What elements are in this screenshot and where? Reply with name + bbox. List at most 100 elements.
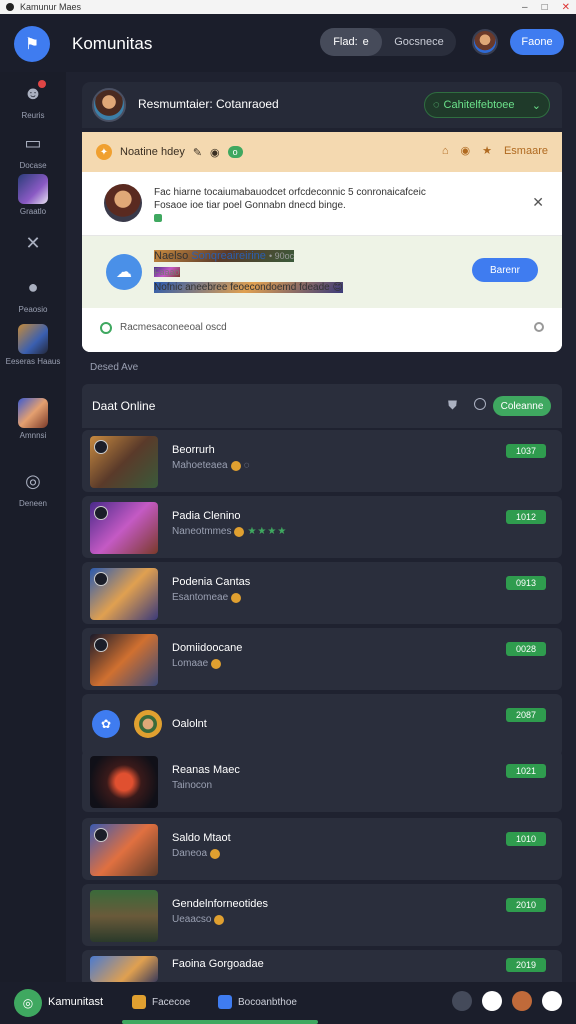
bottom-title: Kamunitast — [48, 996, 104, 1008]
game-name: Beorrurh — [172, 444, 215, 456]
settings-icon[interactable] — [534, 322, 544, 332]
search-icon: ◎ — [25, 470, 41, 491]
game-row[interactable]: Saldo Mtaot Daneoa 1010 — [82, 818, 562, 880]
game-row[interactable]: Domiidoocane Lomaae 0028 — [82, 628, 562, 690]
notification-option-label: Racmesaconeeoal oscd — [120, 322, 227, 333]
game-subtitle: Ueaacso — [172, 914, 225, 925]
check-icon[interactable] — [482, 991, 502, 1011]
notification-link[interactable]: Sonqreaireirine — [191, 250, 266, 262]
notification-item[interactable]: Fac hiarne tocaiumabauodcet orfcdeconnic… — [82, 172, 562, 236]
window-controls: – □ ✕ — [522, 0, 570, 14]
coin-icon — [234, 526, 245, 537]
minimize-icon[interactable]: – — [522, 2, 528, 13]
sidebar-item-reuris[interactable]: ☻ Reuris — [0, 78, 66, 120]
notification-title-line: Naelso Sonqreaireirine • 90oc — [154, 250, 295, 262]
view-switch-active-icon: e — [362, 36, 369, 48]
sidebar-item-amnnsi[interactable]: Amnnsi — [0, 398, 66, 440]
game-name: Saldo Mtaot — [172, 832, 231, 844]
game-row[interactable]: Beorrurh Mahoeteaea ◌ 1037 — [82, 430, 562, 492]
game-row[interactable]: Gendelnforneotides Ueaacso 2010 — [82, 884, 562, 946]
sidebar: ☻ Reuris ▭ Docase Graatlo ✕ ● Peaosio Ee… — [0, 72, 66, 982]
view-switcher: Flad: e Gocsnece — [320, 28, 456, 56]
user-icon: ● — [27, 276, 39, 297]
notification-header-right-label[interactable]: Esmaare — [504, 145, 548, 157]
app-title: Komunitas — [72, 34, 153, 53]
settings-icon[interactable] — [452, 991, 472, 1011]
coin-icon — [211, 658, 222, 669]
notification-message: Nofnic aneebree feoecondoemd fdeade 😊 — [154, 282, 343, 293]
notification-subtitle: Faaao — [154, 267, 180, 277]
power-icon[interactable] — [542, 991, 562, 1011]
clock-icon[interactable] — [474, 398, 486, 410]
radio-button[interactable] — [100, 322, 112, 334]
notification-item[interactable]: Racmesaconeeoal oscd — [82, 308, 562, 352]
notification-time: • 90oc — [268, 251, 295, 261]
online-panel-title: Daat Online — [92, 399, 156, 413]
close-icon[interactable]: ✕ — [562, 2, 570, 13]
game-icons: ✿ — [92, 710, 162, 738]
game-tag: 1012 — [506, 510, 546, 524]
shield-icon[interactable]: ⛊ — [448, 398, 457, 413]
game-row[interactable]: Padia Clenino Naneotmmes ★★★★ 1012 — [82, 496, 562, 558]
folder-icon — [132, 995, 146, 1009]
sidebar-item-docase[interactable]: ▭ Docase — [0, 128, 66, 171]
notification-message-text: Nofnic aneebree feoecondoemd fdeade — [154, 282, 330, 293]
bottom-logo-icon[interactable]: ◎ — [14, 989, 42, 1017]
status-dropdown[interactable]: ◌ Cahitelfebtoee ⌄ — [424, 92, 550, 118]
notification-text-line: Fac hiarne tocaiumabauodcet orfcdeconnic… — [154, 187, 426, 198]
chevron-down-icon: ⌄ — [531, 99, 541, 112]
folder-icon: ▭ — [24, 132, 42, 153]
coin-icon — [230, 460, 241, 471]
app-logo-icon[interactable]: ⚑ — [14, 26, 50, 62]
game-subtitle-text: Naneotmmes — [172, 526, 232, 537]
pencil-icon[interactable]: ✎ — [193, 146, 202, 159]
section-label: Desed Ave — [90, 362, 139, 373]
coin-icon[interactable]: ◉ — [460, 144, 470, 157]
user-avatar[interactable] — [472, 29, 498, 55]
sidebar-item-label: Peaosio — [18, 305, 48, 314]
game-name: Faoina Gorgoadae — [172, 958, 264, 970]
bottom-bar: ◎ Kamunitast Facecoe Bocoanbthoe — [0, 982, 576, 1024]
sidebar-item-tools[interactable]: ✕ — [0, 228, 66, 261]
close-icon[interactable]: ✕ — [532, 194, 544, 211]
game-tag: 1021 — [506, 764, 546, 778]
game-badge-icon — [94, 506, 108, 520]
view-switch-inactive[interactable]: Gocsnece — [382, 36, 456, 48]
view-switch-active-label: Flad: — [333, 36, 358, 48]
view-switch-active[interactable]: Flad: e — [320, 28, 382, 56]
bottom-tab-facecoe[interactable]: Facecoe — [132, 995, 190, 1009]
window-titlebar: Kamunur Maes – □ ✕ — [0, 0, 576, 14]
game-name: Gendelnforneotides — [172, 898, 269, 910]
bottom-tab-bocoanbthoe[interactable]: Bocoanbthoe — [218, 995, 297, 1009]
star-icon[interactable]: ★ — [482, 144, 492, 157]
tools-icon: ✕ — [25, 232, 41, 253]
avatar-icon[interactable] — [512, 991, 532, 1011]
sidebar-item-graatlo[interactable]: Graatlo — [0, 174, 66, 216]
notification-action-button[interactable]: Barenr — [472, 258, 538, 282]
status-indicator — [154, 214, 162, 222]
maximize-icon[interactable]: □ — [542, 2, 548, 13]
game-row[interactable]: ✿ Oalolnt 2087 — [82, 694, 562, 756]
game-name: Domiidoocane — [172, 642, 243, 654]
game-subtitle: Lomaae — [172, 658, 222, 669]
home-icon[interactable]: ⌂ — [442, 145, 449, 157]
game-thumbnail — [90, 756, 158, 808]
sidebar-item-deneen[interactable]: ◎ Deneen — [0, 466, 66, 509]
game-row[interactable]: Reanas Maec Tainocon 1021 — [82, 750, 562, 812]
game-thumbnail — [18, 174, 48, 204]
game-row[interactable]: Faoina Gorgoadae 2019 — [82, 950, 562, 982]
header-action-button[interactable]: Faone — [510, 29, 564, 55]
game-tag: 1037 — [506, 444, 546, 458]
sidebar-item-eeseras[interactable]: Eeseras Haaus — [0, 324, 66, 366]
game-row[interactable]: Podenia Cantas Esantomeae 0913 — [82, 562, 562, 624]
profile-avatar[interactable] — [92, 88, 126, 122]
game-name: Oalolnt — [172, 718, 207, 730]
notification-avatar — [104, 184, 142, 222]
online-panel-button[interactable]: Coleanne — [493, 396, 551, 416]
game-thumbnail — [90, 956, 158, 982]
game-subtitle: Naneotmmes ★★★★ — [172, 526, 287, 537]
sidebar-item-peaosio[interactable]: ● Peaosio — [0, 272, 66, 315]
game-tag: 2087 — [506, 708, 546, 722]
people-icon: ☻ — [18, 78, 48, 108]
notification-item[interactable]: ☁ Naelso Sonqreaireirine • 90oc Faaao No… — [82, 236, 562, 308]
